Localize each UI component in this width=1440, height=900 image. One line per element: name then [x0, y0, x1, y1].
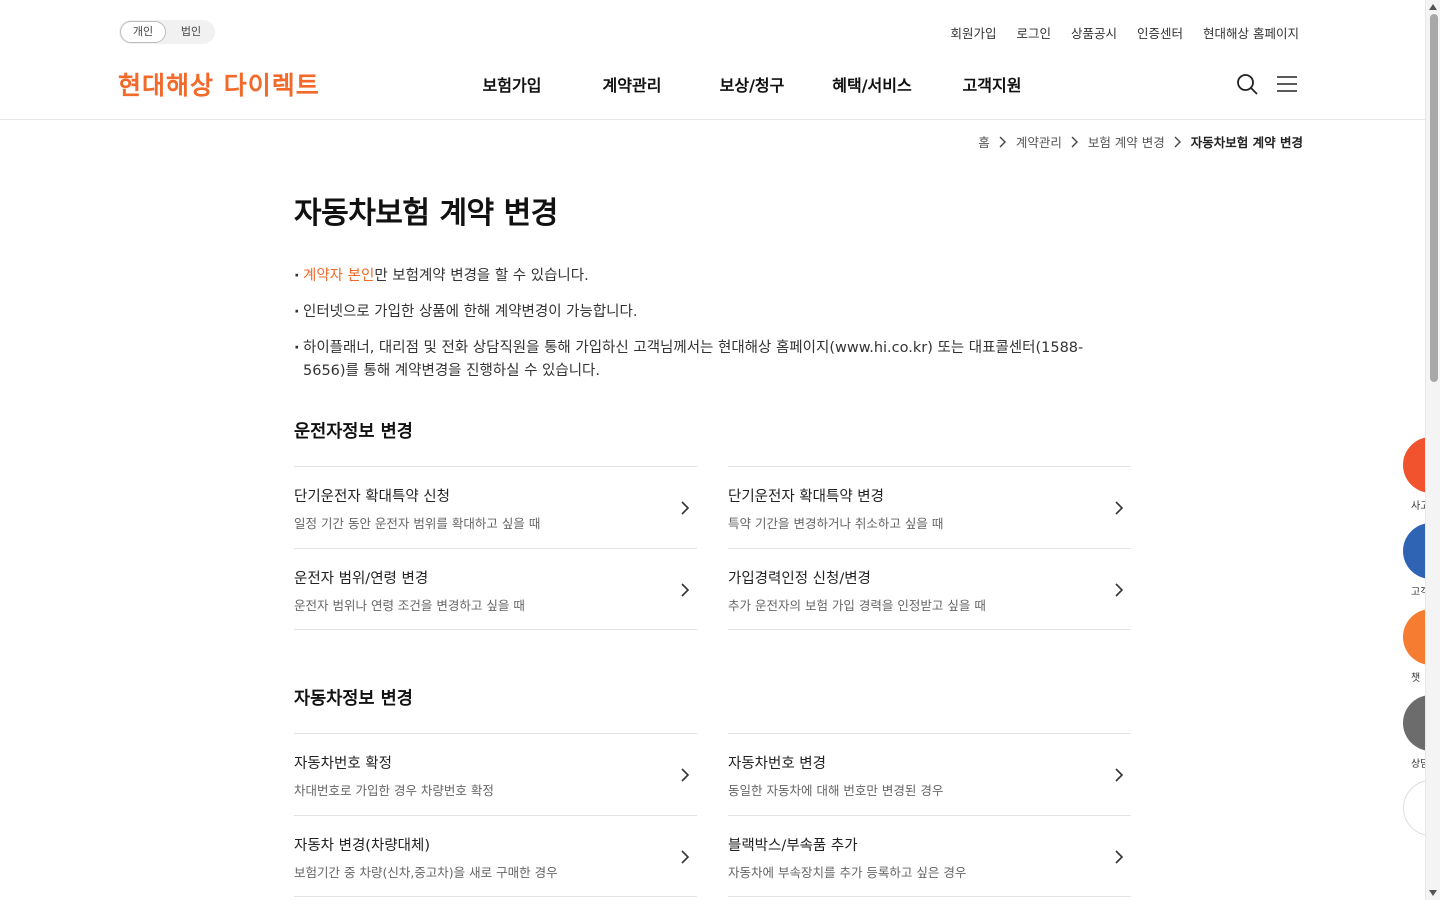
card-title: 단기운전자 확대특약 신청 — [294, 489, 450, 505]
notice-text: 하이플래너, 대리점 및 전화 상담직원을 통해 가입하신 고객님께서는 현대해… — [303, 340, 1084, 379]
card-desc: 특약 기간을 변경하거나 취소하고 싶을 때 — [728, 516, 944, 531]
menu-card-career-recognition[interactable]: 가입경력인정 신청/변경 추가 운전자의 보험 가입 경력을 인정받고 싶을 때 — [728, 548, 1131, 630]
util-link-cert-center[interactable]: 인증센터 — [1137, 23, 1183, 42]
nav-item-contract-management[interactable]: 계약관리 — [572, 72, 692, 96]
customer-type-toggle: 개인 법인 — [119, 20, 215, 44]
nav-item-claims[interactable]: 보상/청구 — [692, 72, 812, 96]
scroll-up-icon[interactable] — [1429, 4, 1437, 10]
chevron-right-icon — [999, 136, 1006, 147]
breadcrumb-contract-change[interactable]: 보험 계약 변경 — [1088, 132, 1165, 151]
driver-info-menu-grid: 단기운전자 확대특약 신청 일정 기간 동안 운전자 범위를 확대하고 싶을 때… — [294, 466, 1131, 630]
card-title: 자동차번호 확정 — [294, 756, 392, 772]
util-link-login[interactable]: 로그인 — [1016, 23, 1051, 42]
page-title: 자동차보험 계약 변경 — [294, 196, 558, 231]
chevron-right-icon — [1071, 136, 1078, 147]
section-title-vehicle-info: 자동차정보 변경 — [294, 689, 413, 709]
nav-item-insurance-join[interactable]: 보험가입 — [452, 72, 572, 96]
chevron-right-icon — [1115, 850, 1124, 864]
menu-icon[interactable] — [1276, 74, 1298, 94]
notice-text: 인터넷으로 가입한 상품에 한해 계약변경이 가능합니다. — [303, 304, 638, 320]
card-desc: 일정 기간 동안 운전자 범위를 확대하고 싶을 때 — [294, 516, 541, 531]
card-title: 단기운전자 확대특약 변경 — [728, 489, 884, 505]
segment-personal[interactable]: 개인 — [120, 21, 166, 43]
nav-item-customer-support[interactable]: 고객지원 — [932, 72, 1052, 96]
nav-item-benefits[interactable]: 혜택/서비스 — [812, 72, 932, 96]
section-title-driver-info: 운전자정보 변경 — [294, 422, 413, 442]
card-desc: 보험기간 중 차량(신차,중고차)을 새로 구매한 경우 — [294, 865, 558, 880]
card-title: 블랙박스/부속품 추가 — [728, 838, 858, 854]
card-title: 가입경력인정 신청/변경 — [728, 571, 871, 587]
breadcrumb-current: 자동차보험 계약 변경 — [1190, 135, 1303, 150]
breadcrumb: 홈 계약관리 보험 계약 변경 자동차보험 계약 변경 — [978, 132, 1303, 151]
card-desc: 운전자 범위나 연령 조건을 변경하고 싶을 때 — [294, 598, 525, 613]
card-title: 자동차번호 변경 — [728, 756, 826, 772]
search-icon[interactable] — [1236, 73, 1258, 95]
util-link-product-notice[interactable]: 상품공시 — [1071, 23, 1117, 42]
site-header: 개인 법인 회원가입 로그인 상품공시 인증센터 현대해상 홈페이지 현대해상 … — [0, 0, 1425, 120]
card-desc: 동일한 자동차에 대해 번호만 변경된 경우 — [728, 783, 944, 798]
card-desc: 차대번호로 가입한 경우 차량번호 확정 — [294, 783, 494, 798]
card-title: 운전자 범위/연령 변경 — [294, 571, 429, 587]
menu-card-vehicle-replace[interactable]: 자동차 변경(차량대체) 보험기간 중 차량(신차,중고차)을 새로 구매한 경… — [294, 815, 697, 897]
scroll-down-icon[interactable] — [1429, 890, 1437, 896]
breadcrumb-home[interactable]: 홈 — [978, 132, 990, 151]
notice-highlight: 계약자 본인 — [303, 268, 375, 284]
page-scrollbar[interactable] — [1425, 0, 1440, 900]
site-logo[interactable]: 현대해상 다이렉트 — [118, 66, 320, 102]
chevron-right-icon — [1115, 768, 1124, 782]
chevron-right-icon — [681, 583, 690, 597]
menu-card-plate-confirm[interactable]: 자동차번호 확정 차대번호로 가입한 경우 차량번호 확정 — [294, 733, 697, 815]
menu-card-driver-range-age[interactable]: 운전자 범위/연령 변경 운전자 범위나 연령 조건을 변경하고 싶을 때 — [294, 548, 697, 630]
chevron-right-icon — [1115, 583, 1124, 597]
chevron-right-icon — [681, 850, 690, 864]
main-nav: 보험가입 계약관리 보상/청구 혜택/서비스 고객지원 — [452, 72, 1052, 96]
notice-list: 계약자 본인만 보험계약 변경을 할 수 있습니다. 인터넷으로 가입한 상품에… — [294, 265, 1114, 396]
vehicle-info-menu-grid: 자동차번호 확정 차대번호로 가입한 경우 차량번호 확정 자동차번호 변경 동… — [294, 733, 1131, 897]
card-desc: 추가 운전자의 보험 가입 경력을 인정받고 싶을 때 — [728, 598, 986, 613]
utility-nav: 회원가입 로그인 상품공시 인증센터 현대해상 홈페이지 — [950, 23, 1299, 42]
menu-card-short-term-driver-apply[interactable]: 단기운전자 확대특약 신청 일정 기간 동안 운전자 범위를 확대하고 싶을 때 — [294, 466, 697, 548]
notice-item: 계약자 본인만 보험계약 변경을 할 수 있습니다. — [294, 265, 1114, 288]
chevron-right-icon — [681, 768, 690, 782]
chevron-right-icon — [1115, 501, 1124, 515]
util-link-homepage[interactable]: 현대해상 홈페이지 — [1203, 23, 1299, 42]
card-desc: 자동차에 부속장치를 추가 등록하고 싶은 경우 — [728, 865, 967, 880]
notice-item: 하이플래너, 대리점 및 전화 상담직원을 통해 가입하신 고객님께서는 현대해… — [294, 337, 1114, 383]
chevron-right-icon — [681, 501, 690, 515]
breadcrumb-contract-management[interactable]: 계약관리 — [1016, 132, 1062, 151]
notice-text: 만 보험계약 변경을 할 수 있습니다. — [374, 268, 589, 284]
menu-card-plate-change[interactable]: 자동차번호 변경 동일한 자동차에 대해 번호만 변경된 경우 — [728, 733, 1131, 815]
notice-item: 인터넷으로 가입한 상품에 한해 계약변경이 가능합니다. — [294, 301, 1114, 324]
util-link-signup[interactable]: 회원가입 — [950, 23, 996, 42]
scroll-thumb[interactable] — [1430, 14, 1438, 382]
chevron-right-icon — [1174, 136, 1181, 147]
menu-card-short-term-driver-change[interactable]: 단기운전자 확대특약 변경 특약 기간을 변경하거나 취소하고 싶을 때 — [728, 466, 1131, 548]
menu-card-blackbox-accessory[interactable]: 블랙박스/부속품 추가 자동차에 부속장치를 추가 등록하고 싶은 경우 — [728, 815, 1131, 897]
card-title: 자동차 변경(차량대체) — [294, 838, 430, 854]
segment-corporate[interactable]: 법인 — [169, 21, 213, 43]
